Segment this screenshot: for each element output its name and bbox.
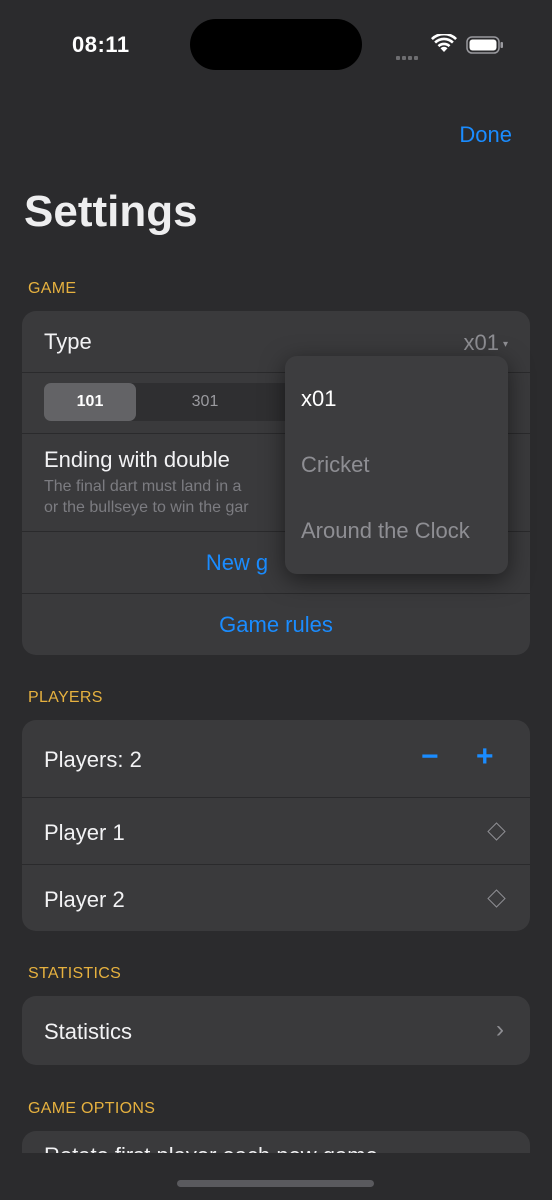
section-header-players: PLAYERS (28, 689, 103, 706)
diamond-icon (487, 822, 506, 841)
segment-101[interactable]: 101 (44, 383, 136, 421)
chevron-updown-icon: ▾ (502, 338, 508, 350)
ending-double-title: Ending with double (44, 447, 230, 472)
player-row[interactable]: Player 2 (22, 865, 530, 931)
section-header-game-options: GAME OPTIONS (28, 1100, 156, 1117)
statistics-group: Statistics › (22, 996, 530, 1065)
settings-screen: 08:11 Done Settings GAME Type x01 ▾ 101 … (0, 0, 552, 1200)
players-count-label: Players: 2 (44, 747, 142, 772)
divider (22, 593, 530, 594)
players-count-row: Players: 2 − + (22, 720, 530, 797)
statistics-label: Statistics (44, 1019, 133, 1044)
game-rules-button[interactable]: Game rules (22, 612, 530, 638)
decrement-players-button[interactable]: − (421, 740, 439, 774)
section-header-statistics: STATISTICS (28, 965, 122, 982)
players-group: Players: 2 − + Player 1 Player 2 (22, 720, 530, 931)
type-picker[interactable]: x01 ▾ (463, 330, 508, 356)
player-row[interactable]: Player 1 (22, 798, 530, 864)
page-title: Settings (24, 187, 198, 236)
increment-players-button[interactable]: + (476, 740, 494, 774)
statistics-row[interactable]: Statistics › (22, 996, 530, 1065)
player-name: Player 2 (44, 887, 125, 912)
dynamic-island (190, 19, 362, 70)
status-bar: 08:11 (0, 0, 552, 90)
diamond-icon (487, 889, 506, 908)
status-time: 08:11 (72, 32, 130, 57)
player-name: Player 1 (44, 820, 125, 845)
cellular-signal-icon (396, 47, 422, 60)
segment-301[interactable]: 301 (159, 383, 251, 421)
game-type-dropdown-menu: x01 Cricket Around the Clock (285, 356, 508, 574)
home-indicator[interactable] (177, 1180, 374, 1187)
type-label: Type (44, 329, 92, 354)
done-button[interactable]: Done (459, 122, 512, 148)
menu-item-x01[interactable]: x01 (301, 386, 336, 412)
wifi-icon (431, 34, 457, 52)
battery-icon (466, 36, 503, 54)
chevron-right-icon: › (496, 1016, 504, 1043)
bottom-safe-area (0, 1153, 552, 1200)
menu-item-around-the-clock[interactable]: Around the Clock (301, 518, 470, 544)
menu-item-cricket[interactable]: Cricket (301, 452, 369, 478)
type-value: x01 (463, 330, 499, 355)
section-header-game: GAME (28, 280, 77, 297)
